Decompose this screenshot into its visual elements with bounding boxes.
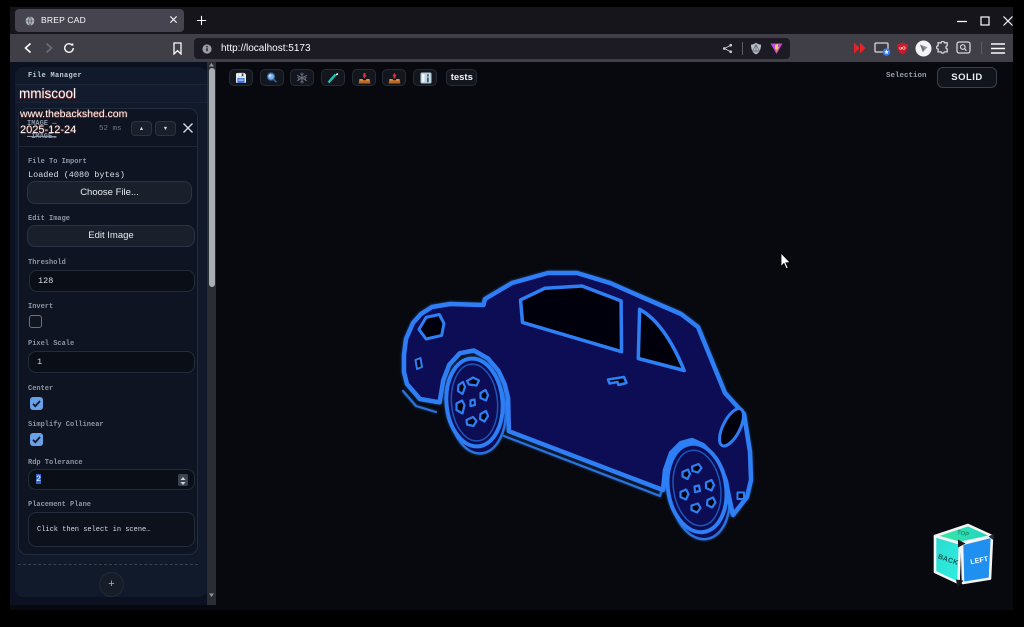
svg-text:uO: uO: [899, 46, 906, 51]
